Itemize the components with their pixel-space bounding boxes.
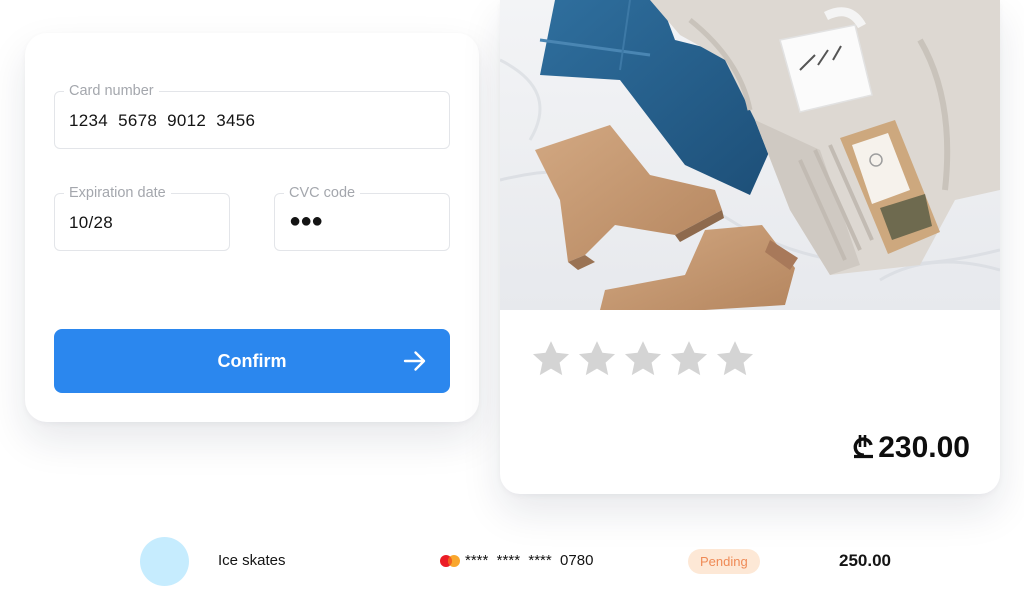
expiration-date-field[interactable]: Expiration date 10/28 xyxy=(54,184,230,251)
confirm-button-label: Confirm xyxy=(217,351,287,371)
product-card: 230.00 xyxy=(500,0,1000,494)
product-price: 230.00 xyxy=(853,430,970,466)
star-icon[interactable] xyxy=(530,338,572,380)
cvc-code-value: ●●● xyxy=(289,210,323,232)
star-icon[interactable] xyxy=(714,338,756,380)
transaction-amount: 250.00 xyxy=(839,551,891,570)
price-value: 230.00 xyxy=(878,431,970,464)
arrow-right-icon xyxy=(403,351,426,371)
star-icon[interactable] xyxy=(622,338,664,380)
star-rating[interactable] xyxy=(530,338,760,382)
product-photo-icon[interactable] xyxy=(500,0,1000,310)
transaction-row[interactable]: Ice skates **** **** **** 0780 Pending 2… xyxy=(0,528,1024,590)
star-icon[interactable] xyxy=(576,338,618,380)
confirm-button[interactable]: Confirm xyxy=(54,329,450,393)
expiration-date-label: Expiration date xyxy=(64,184,171,202)
star-icon[interactable] xyxy=(668,338,710,380)
card-number-field[interactable]: Card number 1234 5678 9012 3456 xyxy=(54,82,450,149)
cvc-code-label: CVC code xyxy=(284,184,361,202)
payment-card: Card number 1234 5678 9012 3456 Expirati… xyxy=(25,33,479,422)
mastercard-icon xyxy=(440,555,460,567)
card-number-value: 1234 5678 9012 3456 xyxy=(69,111,256,130)
lari-currency-icon xyxy=(853,435,874,459)
status-badge: Pending xyxy=(688,549,760,574)
cvc-code-field[interactable]: CVC code ●●● xyxy=(274,184,450,251)
transaction-item-name: Ice skates xyxy=(218,552,286,569)
expiration-date-value: 10/28 xyxy=(69,213,114,232)
avatar xyxy=(140,537,189,586)
masked-card-number: **** **** **** 0780 xyxy=(465,552,594,569)
card-number-label: Card number xyxy=(64,82,159,100)
